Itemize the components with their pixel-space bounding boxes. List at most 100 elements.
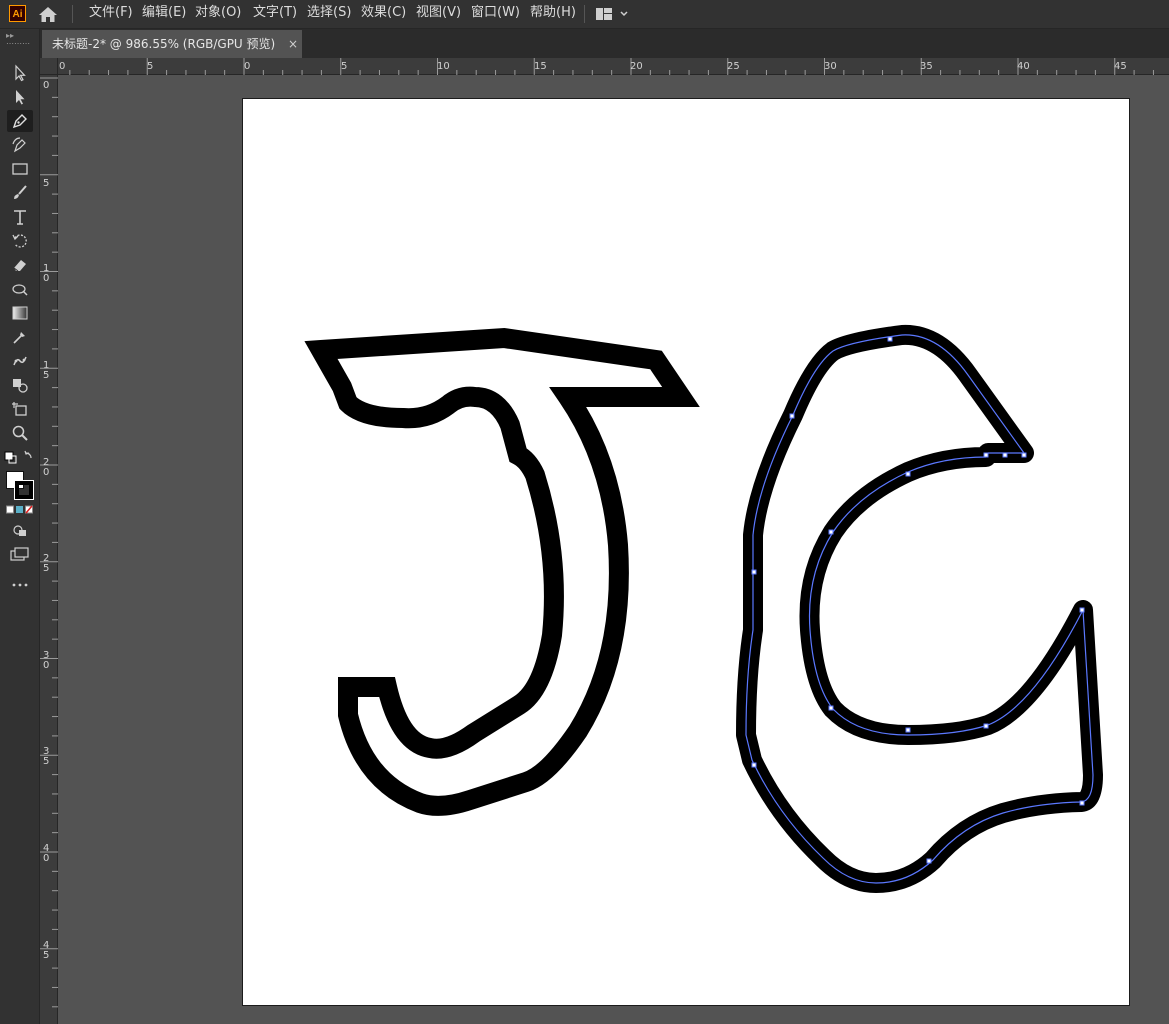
stroke-swatch[interactable]: [14, 480, 34, 500]
ruler-label-digit: 5: [43, 178, 50, 189]
workspace-switcher-icon[interactable]: [595, 6, 629, 22]
canvas[interactable]: [58, 75, 1169, 1024]
ruler-label: 25: [727, 61, 740, 72]
horizontal-ruler[interactable]: 0 5 0 5 10 15 20 25 30 35 40 45: [58, 58, 1169, 75]
ruler-label-digit: 5: [43, 370, 50, 381]
screen-mode-icon[interactable]: [10, 547, 30, 561]
menu-window[interactable]: 窗口(W): [471, 0, 520, 28]
anchor-point[interactable]: [983, 723, 989, 729]
horizontal-ruler-ticks: [69, 58, 1154, 75]
ruler-label: 5: [43, 179, 49, 189]
anchor-point[interactable]: [1021, 452, 1027, 458]
menu-effect[interactable]: 效果(C): [361, 0, 406, 28]
document-tab-title: 未标题-2* @ 986.55% (RGB/GPU 预览): [52, 37, 276, 51]
document-tab[interactable]: 未标题-2* @ 986.55% (RGB/GPU 预览) ×: [42, 30, 302, 58]
menu-separator: [72, 5, 73, 23]
letter-g-path[interactable]: [736, 324, 1103, 893]
anchor-point[interactable]: [1079, 800, 1085, 806]
tools-panel: ▸▸ ⋯⋯⋯: [0, 29, 40, 1024]
gradient-icon: [12, 306, 28, 320]
ruler-label: 5: [341, 61, 348, 72]
ruler-label: 35: [43, 747, 49, 767]
ruler-label: 20: [43, 458, 49, 478]
ruler-label: 0: [244, 61, 251, 72]
anchor-point[interactable]: [751, 569, 757, 575]
menu-view[interactable]: 视图(V): [416, 0, 461, 28]
menu-file[interactable]: 文件(F): [89, 0, 133, 28]
gradient-tool[interactable]: [7, 302, 33, 324]
ruler-label: 10: [43, 264, 49, 284]
ruler-label: 45: [1114, 61, 1127, 72]
rectangle-tool[interactable]: [7, 158, 33, 180]
direct-arrow-icon: [16, 90, 25, 105]
eyedropper-tool[interactable]: [7, 326, 33, 348]
menu-object[interactable]: 对象(O): [195, 0, 241, 28]
shape-builder-icon: [13, 379, 28, 393]
selection-tool[interactable]: [7, 62, 33, 84]
menu-select[interactable]: 选择(S): [307, 0, 351, 28]
ruler-label-digit: 5: [43, 950, 50, 961]
vertical-ruler[interactable]: 0 5 10 15 20 25 30 35 40 45: [40, 75, 58, 1024]
home-icon[interactable]: [38, 5, 58, 23]
ruler-label: 40: [43, 844, 49, 864]
ruler-label: 35: [920, 61, 933, 72]
ruler-label: 5: [147, 61, 154, 72]
anchor-point[interactable]: [751, 762, 757, 768]
artboard-tool[interactable]: [7, 398, 33, 420]
artboard-icon: [12, 402, 27, 416]
ruler-label-digit: 0: [43, 853, 50, 864]
paintbrush-tool[interactable]: [7, 182, 33, 204]
eyedropper-icon: [13, 332, 25, 344]
menu-help[interactable]: 帮助(H): [530, 0, 576, 28]
anchor-point[interactable]: [789, 413, 795, 419]
rectangle-icon: [12, 163, 28, 175]
eraser-icon: [13, 260, 26, 272]
vertical-ruler-ticks: [40, 77, 58, 1008]
anchor-point[interactable]: [828, 705, 834, 711]
anchor-point[interactable]: [1079, 607, 1085, 613]
document-tab-bar: 未标题-2* @ 986.55% (RGB/GPU 预览) ×: [40, 29, 1169, 58]
default-colors-icon[interactable]: [4, 449, 36, 465]
ruler-label: 20: [630, 61, 643, 72]
menu-type[interactable]: 文字(T): [253, 0, 297, 28]
puppet-icon: [13, 356, 27, 366]
anchor-point[interactable]: [828, 529, 834, 535]
ruler-label: 40: [1017, 61, 1030, 72]
curvature-tool[interactable]: [7, 134, 33, 156]
letter-j-path[interactable]: [304, 327, 700, 816]
anchor-point[interactable]: [1002, 452, 1008, 458]
ruler-label-digit: 0: [43, 273, 50, 284]
direct-selection-tool[interactable]: [7, 86, 33, 108]
anchor-point[interactable]: [905, 471, 911, 477]
close-icon[interactable]: ×: [288, 30, 298, 58]
shape-builder-tool[interactable]: [7, 374, 33, 396]
type-tool[interactable]: [7, 206, 33, 228]
puppet-warp-tool[interactable]: [7, 350, 33, 372]
anchor-point[interactable]: [887, 336, 893, 342]
pen-tool[interactable]: [7, 110, 33, 132]
ruler-origin[interactable]: [40, 58, 58, 75]
zoom-tool[interactable]: [7, 422, 33, 444]
more-tools-icon[interactable]: [11, 582, 29, 588]
ruler-label: 15: [534, 61, 547, 72]
warp-icon: [12, 284, 28, 296]
anchor-point[interactable]: [905, 727, 911, 733]
panel-collapse-icon[interactable]: ▸▸ ⋯⋯⋯: [6, 32, 32, 48]
ruler-label: 15: [43, 361, 49, 381]
zoom-icon: [12, 425, 28, 441]
drawing-mode-icon[interactable]: [12, 524, 28, 538]
menu-edit[interactable]: 编辑(E): [142, 0, 186, 28]
app-logo: Ai: [9, 5, 26, 22]
color-mode-icons[interactable]: [6, 505, 34, 515]
warp-tool[interactable]: [7, 278, 33, 300]
ruler-label: 0: [43, 81, 49, 91]
ruler-label: 30: [824, 61, 837, 72]
ruler-label: 30: [43, 651, 49, 671]
artwork-layer[interactable]: [58, 75, 1169, 1024]
ruler-label: 25: [43, 554, 49, 574]
eraser-tool[interactable]: [7, 254, 33, 276]
type-icon: [14, 210, 26, 225]
anchor-point[interactable]: [983, 452, 989, 458]
anchor-point[interactable]: [926, 858, 932, 864]
rotate-tool[interactable]: [7, 230, 33, 252]
